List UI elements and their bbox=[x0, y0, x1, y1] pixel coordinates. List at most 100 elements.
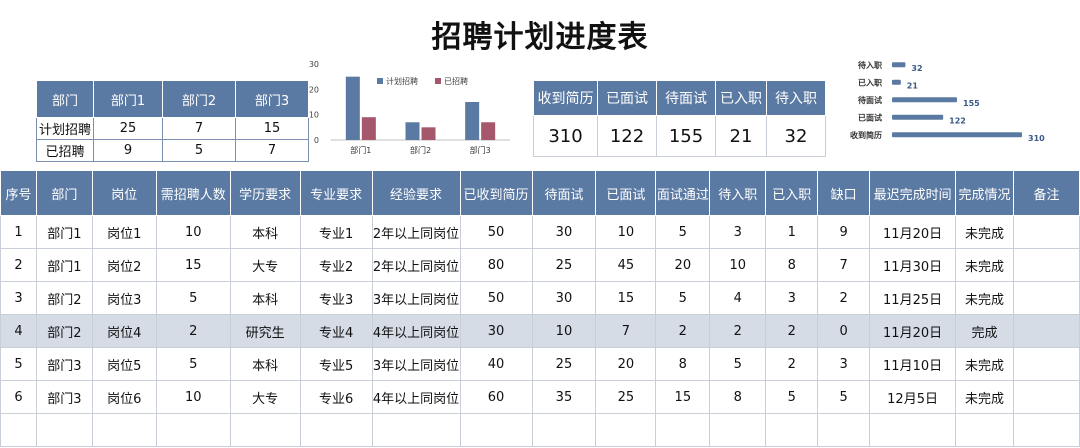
table-cell[interactable]: 岗位2 bbox=[91, 248, 157, 282]
table-cell[interactable]: 专业3 bbox=[299, 281, 373, 315]
table-cell[interactable]: 25 bbox=[595, 380, 657, 414]
table-cell[interactable] bbox=[1013, 281, 1080, 315]
table-cell[interactable]: 30 bbox=[459, 314, 533, 348]
table-cell[interactable]: 50 bbox=[459, 215, 533, 249]
table-cell[interactable]: 11月10日 bbox=[869, 347, 957, 381]
table-cell[interactable]: 8 bbox=[765, 248, 819, 282]
table-cell[interactable]: 4年以上同岗位 bbox=[371, 314, 461, 348]
table-cell[interactable]: 2年以上同岗位 bbox=[371, 215, 461, 249]
table-cell[interactable]: 4 bbox=[709, 281, 767, 315]
table-cell[interactable]: 部门2 bbox=[35, 314, 93, 348]
table-cell[interactable]: 2 bbox=[155, 314, 231, 348]
table-cell[interactable]: 2 bbox=[0, 248, 37, 282]
table-cell[interactable]: 8 bbox=[709, 380, 767, 414]
table-cell[interactable]: 11月20日 bbox=[869, 215, 957, 249]
table-cell[interactable]: 15 bbox=[655, 380, 711, 414]
table-cell[interactable]: 40 bbox=[459, 347, 533, 381]
table-cell[interactable]: 本科 bbox=[229, 281, 301, 315]
table-cell[interactable]: 11月30日 bbox=[869, 248, 957, 282]
table-cell[interactable] bbox=[459, 413, 533, 447]
table-cell[interactable]: 专业4 bbox=[299, 314, 373, 348]
summary-cell[interactable]: 9 bbox=[93, 139, 163, 162]
table-cell[interactable]: 2 bbox=[765, 314, 819, 348]
table-cell[interactable] bbox=[35, 413, 93, 447]
table-cell[interactable]: 专业2 bbox=[299, 248, 373, 282]
table-cell[interactable] bbox=[155, 413, 231, 447]
table-cell[interactable]: 50 bbox=[459, 281, 533, 315]
table-cell[interactable]: 未完成 bbox=[955, 347, 1015, 381]
table-cell[interactable]: 未完成 bbox=[955, 380, 1015, 414]
table-cell[interactable]: 2 bbox=[817, 281, 871, 315]
table-cell[interactable] bbox=[371, 413, 461, 447]
table-cell[interactable]: 3 bbox=[765, 281, 819, 315]
table-cell[interactable] bbox=[299, 413, 373, 447]
table-cell[interactable]: 3年以上同岗位 bbox=[371, 281, 461, 315]
table-cell[interactable]: 未完成 bbox=[955, 215, 1015, 249]
table-cell[interactable]: 本科 bbox=[229, 215, 301, 249]
table-cell[interactable]: 3 bbox=[709, 215, 767, 249]
table-cell[interactable]: 80 bbox=[459, 248, 533, 282]
table-cell[interactable]: 部门2 bbox=[35, 281, 93, 315]
table-cell[interactable]: 25 bbox=[531, 347, 597, 381]
table-cell[interactable]: 5 bbox=[817, 380, 871, 414]
table-cell[interactable]: 2 bbox=[655, 314, 711, 348]
table-cell[interactable]: 0 bbox=[817, 314, 871, 348]
table-cell[interactable]: 11月25日 bbox=[869, 281, 957, 315]
table-cell[interactable]: 10 bbox=[595, 215, 657, 249]
table-cell[interactable] bbox=[817, 413, 871, 447]
table-cell[interactable]: 部门3 bbox=[35, 380, 93, 414]
table-cell[interactable] bbox=[709, 413, 767, 447]
table-cell[interactable]: 3 bbox=[817, 347, 871, 381]
table-cell[interactable]: 4 bbox=[0, 314, 37, 348]
table-cell[interactable]: 未完成 bbox=[955, 248, 1015, 282]
table-cell[interactable]: 大专 bbox=[229, 380, 301, 414]
table-cell[interactable]: 研究生 bbox=[229, 314, 301, 348]
table-cell[interactable]: 岗位6 bbox=[91, 380, 157, 414]
table-cell[interactable]: 1 bbox=[0, 215, 37, 249]
table-cell[interactable]: 10 bbox=[155, 380, 231, 414]
table-cell[interactable]: 15 bbox=[595, 281, 657, 315]
summary-cell[interactable]: 25 bbox=[93, 117, 163, 140]
table-cell[interactable]: 30 bbox=[531, 281, 597, 315]
table-cell[interactable]: 5 bbox=[655, 281, 711, 315]
table-cell[interactable] bbox=[1013, 380, 1080, 414]
table-cell[interactable]: 3 bbox=[0, 281, 37, 315]
table-cell[interactable]: 7 bbox=[817, 248, 871, 282]
table-cell[interactable] bbox=[1013, 314, 1080, 348]
table-cell[interactable]: 12月5日 bbox=[869, 380, 957, 414]
table-cell[interactable]: 30 bbox=[531, 215, 597, 249]
table-cell[interactable] bbox=[955, 413, 1015, 447]
table-cell[interactable]: 10 bbox=[709, 248, 767, 282]
stats-value[interactable]: 310 bbox=[533, 115, 598, 157]
table-cell[interactable]: 专业5 bbox=[299, 347, 373, 381]
table-cell[interactable]: 35 bbox=[531, 380, 597, 414]
table-cell[interactable]: 本科 bbox=[229, 347, 301, 381]
summary-cell[interactable]: 7 bbox=[162, 117, 236, 140]
table-cell[interactable]: 1 bbox=[765, 215, 819, 249]
table-cell[interactable]: 部门1 bbox=[35, 215, 93, 249]
table-cell[interactable] bbox=[869, 413, 957, 447]
table-cell[interactable]: 8 bbox=[655, 347, 711, 381]
table-cell[interactable]: 3年以上同岗位 bbox=[371, 347, 461, 381]
table-cell[interactable]: 6 bbox=[0, 380, 37, 414]
table-cell[interactable]: 10 bbox=[155, 215, 231, 249]
table-cell[interactable]: 20 bbox=[655, 248, 711, 282]
summary-cell[interactable]: 15 bbox=[235, 117, 309, 140]
table-cell[interactable]: 岗位4 bbox=[91, 314, 157, 348]
table-cell[interactable] bbox=[229, 413, 301, 447]
table-cell[interactable]: 岗位5 bbox=[91, 347, 157, 381]
table-cell[interactable]: 9 bbox=[817, 215, 871, 249]
stats-value[interactable]: 122 bbox=[597, 115, 657, 157]
table-cell[interactable]: 5 bbox=[155, 281, 231, 315]
stats-value[interactable]: 21 bbox=[715, 115, 767, 157]
table-cell[interactable]: 完成 bbox=[955, 314, 1015, 348]
table-cell[interactable]: 25 bbox=[531, 248, 597, 282]
table-cell[interactable] bbox=[531, 413, 597, 447]
table-cell[interactable]: 15 bbox=[155, 248, 231, 282]
table-cell[interactable] bbox=[765, 413, 819, 447]
table-cell[interactable]: 部门1 bbox=[35, 248, 93, 282]
table-cell[interactable]: 11月20日 bbox=[869, 314, 957, 348]
table-cell[interactable]: 大专 bbox=[229, 248, 301, 282]
table-cell[interactable]: 2 bbox=[709, 314, 767, 348]
summary-cell[interactable]: 5 bbox=[162, 139, 236, 162]
